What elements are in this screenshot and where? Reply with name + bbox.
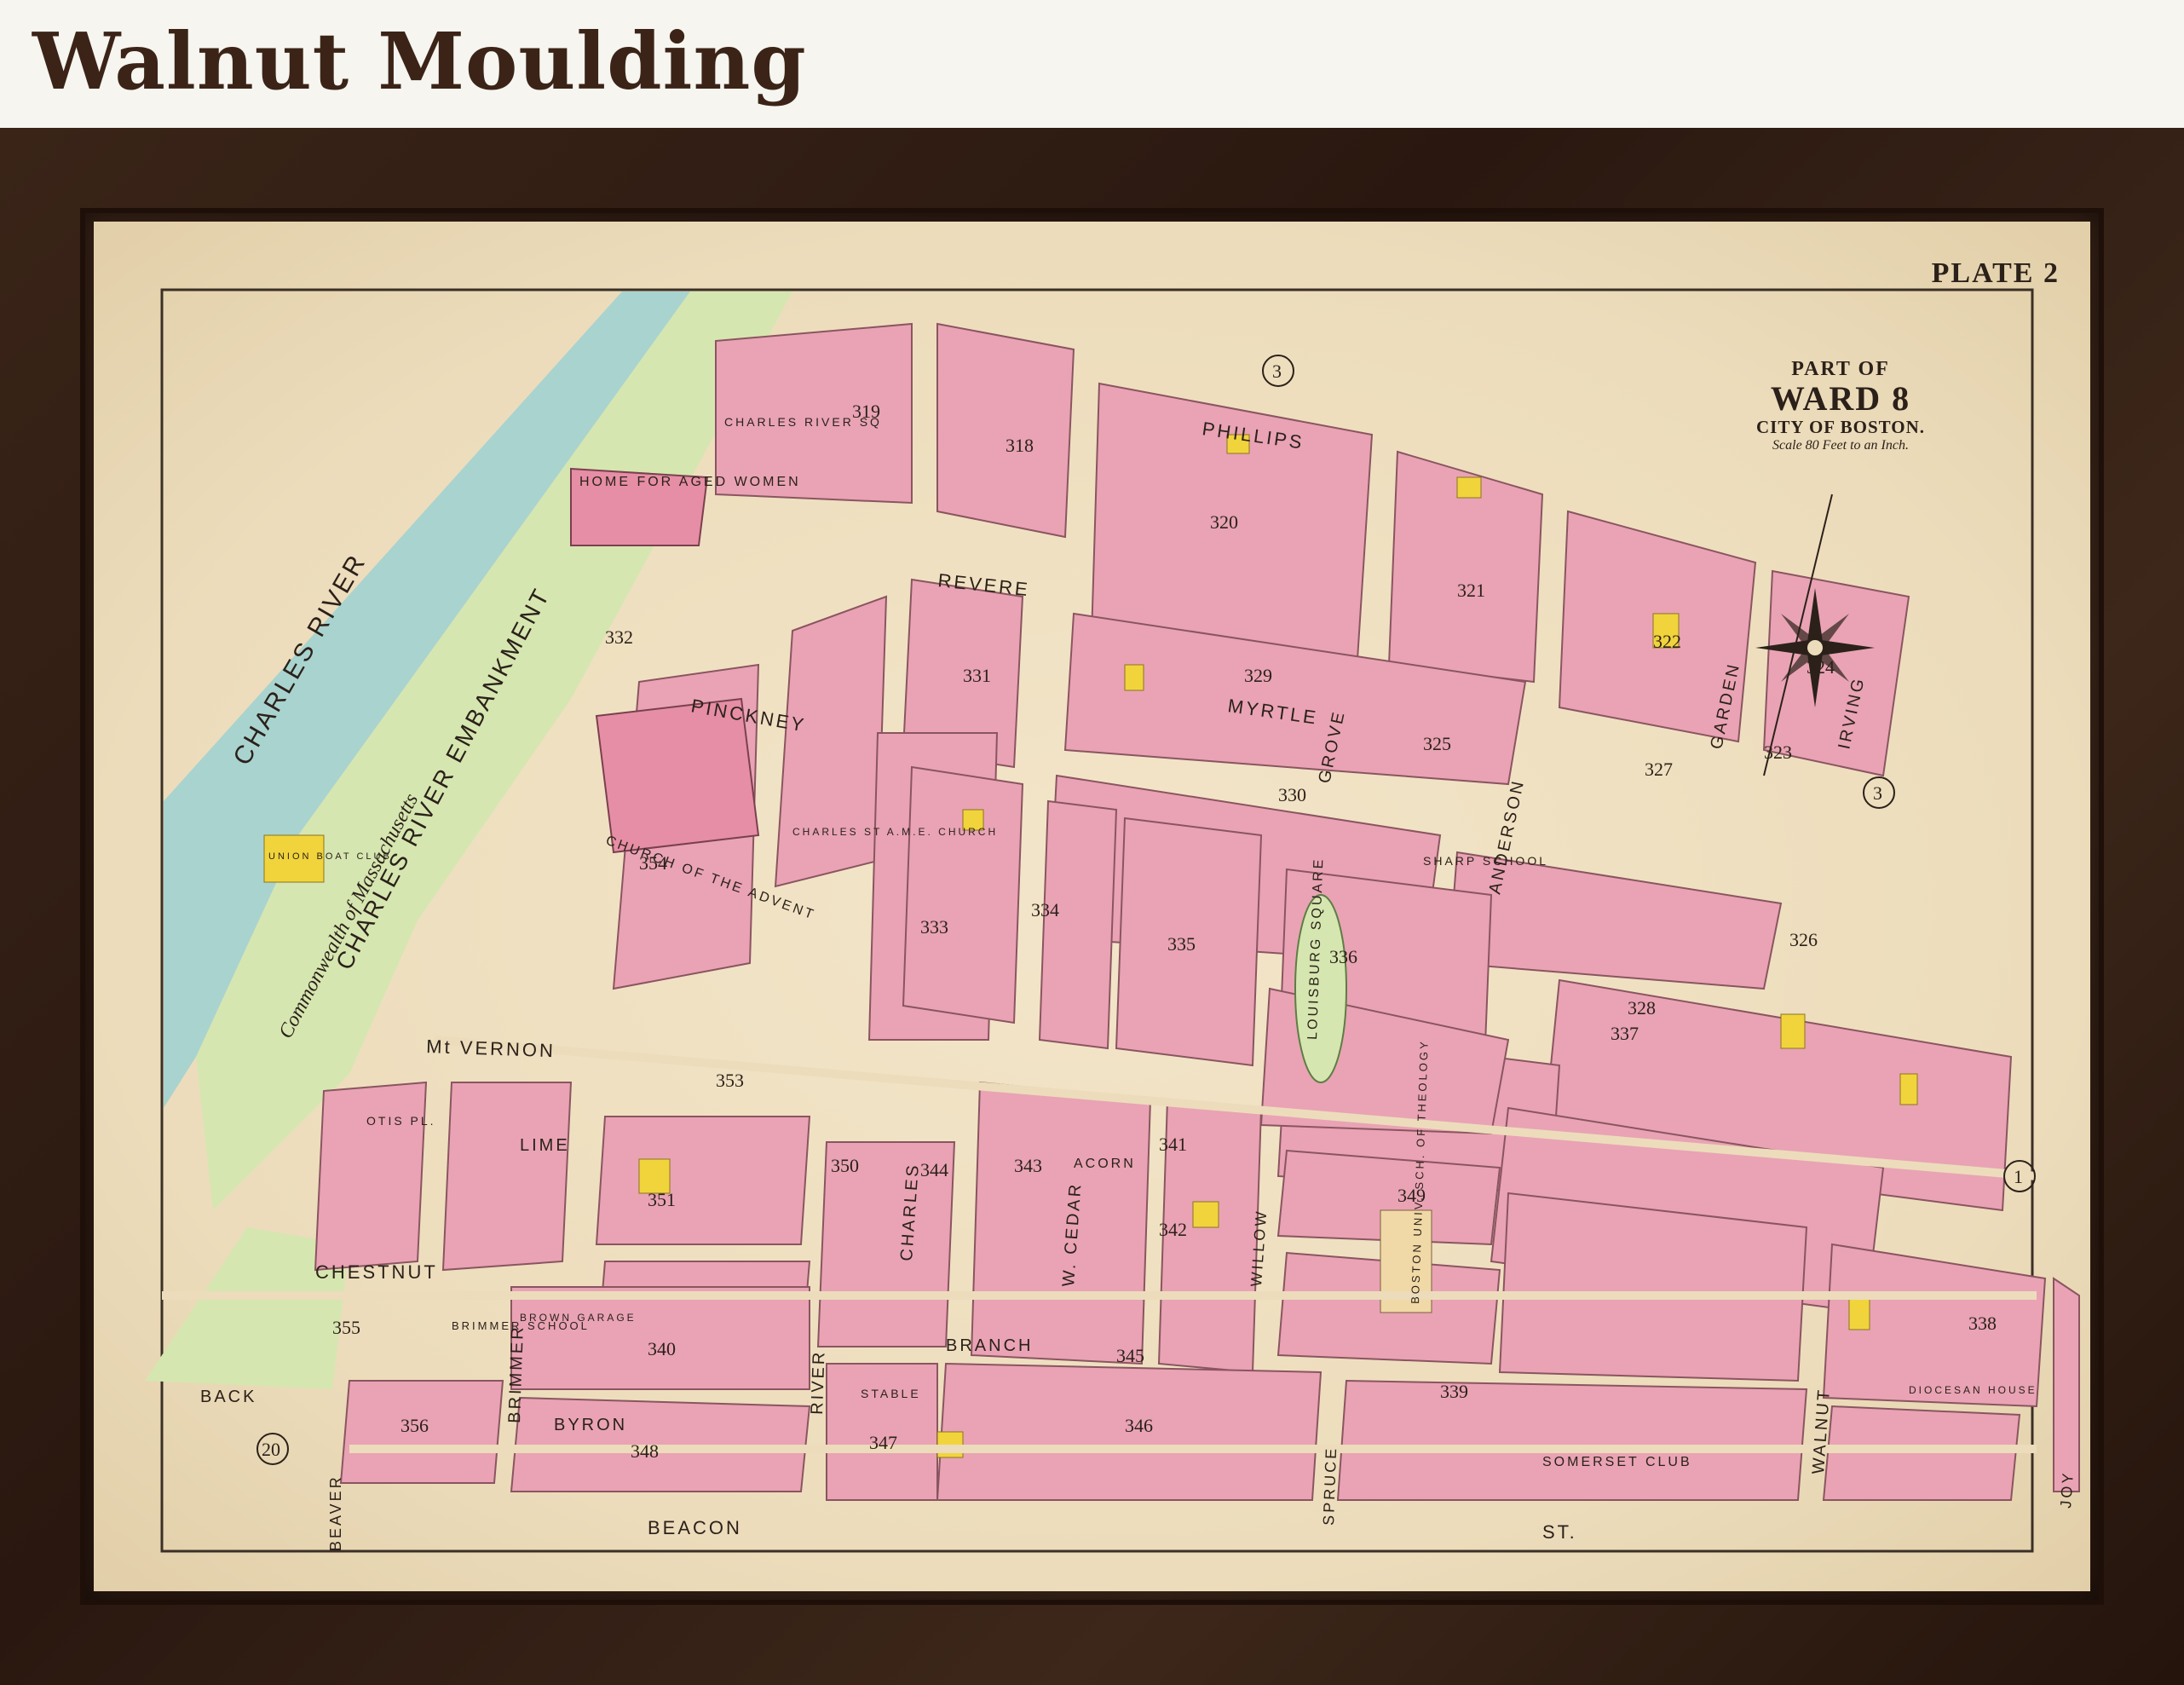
block-num-331: 331 [963,665,991,686]
ward-label-20: 20 [262,1439,280,1460]
block-num-343: 343 [1014,1155,1042,1176]
label-union-boat-club: UNION BOAT CLUB [268,851,392,862]
block-num-321: 321 [1457,580,1485,601]
block-num-328: 328 [1628,997,1656,1019]
label-somerset-club: SOMERSET CLUB [1542,1455,1692,1469]
block-333 [902,765,1024,1024]
title-part-of: PART OF [1791,358,1890,380]
street-beacon-st: ST. [1542,1521,1577,1543]
block-num-350: 350 [831,1155,859,1176]
label-brown-garage: BROWN GARAGE [520,1312,637,1324]
block-355a [314,1081,428,1272]
label-charles-st-church: CHARLES ST A.M.E. CHURCH [792,826,998,838]
framed-map: 3 3 1 20 CHARLES RIVER CHARLES RIVER EMB… [94,222,2090,1591]
product-caption: Walnut Moulding [32,15,807,107]
street-beacon: BEACON [648,1517,742,1538]
label-stable: STABLE [861,1387,921,1400]
block-num-345: 345 [1116,1345,1144,1366]
block-349 [1498,1192,1808,1382]
ward-label-3b: 3 [1873,782,1882,804]
plate-number: PLATE 2 [1931,257,2060,289]
block-num-340: 340 [648,1338,676,1359]
block-num-339: 339 [1440,1381,1468,1402]
block-num-354: 354 [639,852,667,874]
map-title-block: PART OF WARD 8 CITY OF BOSTON. Scale 80 … [1687,358,1994,453]
block-334 [1038,799,1118,1050]
street-brimmer: BRIMMER [505,1324,527,1423]
label-diocesan-house: DIOCESAN HOUSE [1909,1384,2037,1396]
block-num-337: 337 [1611,1023,1639,1044]
title-scale: Scale 80 Feet to an Inch. [1772,438,1909,453]
label-home-aged-women: HOME FOR AGED WOMEN [579,475,801,489]
title-ward: WARD 8 [1770,379,1911,418]
ward-label-3a: 3 [1272,361,1282,382]
block-num-341: 341 [1159,1134,1187,1155]
block-num-334: 334 [1031,899,1059,920]
street-branch: BRANCH [946,1336,1033,1355]
block-church [774,595,888,888]
block-num-356: 356 [400,1415,429,1436]
block-355b [441,1082,573,1272]
street-lime: LIME [520,1136,570,1155]
block-344 [970,1081,1152,1365]
block-num-319: 319 [852,401,880,422]
block-num-329: 329 [1244,665,1272,686]
block-num-348: 348 [631,1440,659,1462]
block-num-320: 320 [1210,511,1238,533]
block-num-355: 355 [332,1317,360,1338]
block-num-323: 323 [1764,742,1792,763]
block-num-351: 351 [648,1189,676,1210]
ward-label-1: 1 [2014,1166,2023,1187]
block-num-347: 347 [869,1432,897,1453]
block-num-326: 326 [1789,929,1818,950]
block-num-330: 330 [1278,784,1306,805]
block-num-336: 336 [1329,946,1357,967]
block-318 [936,322,1075,539]
street-byron: BYRON [554,1416,627,1434]
block-num-327: 327 [1645,759,1673,780]
street-spruce: SPRUCE [1320,1446,1340,1526]
block-num-335: 335 [1167,933,1196,955]
street-joy: JOY [2057,1470,2077,1509]
block-num-353: 353 [716,1070,744,1091]
street-beaver: BEAVER [327,1474,344,1551]
street-chestnut: CHESTNUT [315,1261,438,1283]
street-mt-vernon: Mt VERNON [426,1036,556,1061]
street-otis-pl: OTIS PL. [366,1114,436,1128]
block-num-342: 342 [1159,1219,1187,1240]
block-joy [2053,1277,2080,1492]
block-num-344: 344 [920,1159,948,1180]
label-sharp-school: SHARP SCHOOL [1423,854,1548,868]
street-acorn: ACORN [1074,1157,1136,1171]
block-num-332: 332 [605,626,633,648]
block-351 [595,1116,811,1245]
block-num-346: 346 [1125,1415,1153,1436]
title-city: CITY OF BOSTON. [1755,417,1925,437]
block-num-338: 338 [1968,1313,1997,1334]
block-num-333: 333 [920,916,948,938]
block-num-322: 322 [1653,631,1681,652]
block-num-325: 325 [1423,733,1451,754]
street-back: BACK [200,1388,256,1406]
street-river: RIVER [808,1349,829,1415]
block-num-318: 318 [1006,435,1034,456]
block-num-349: 349 [1397,1185,1426,1206]
caption-bar: Walnut Moulding [0,0,2184,126]
block-339 [1336,1379,1808,1501]
block-num-324: 324 [1807,656,1835,678]
